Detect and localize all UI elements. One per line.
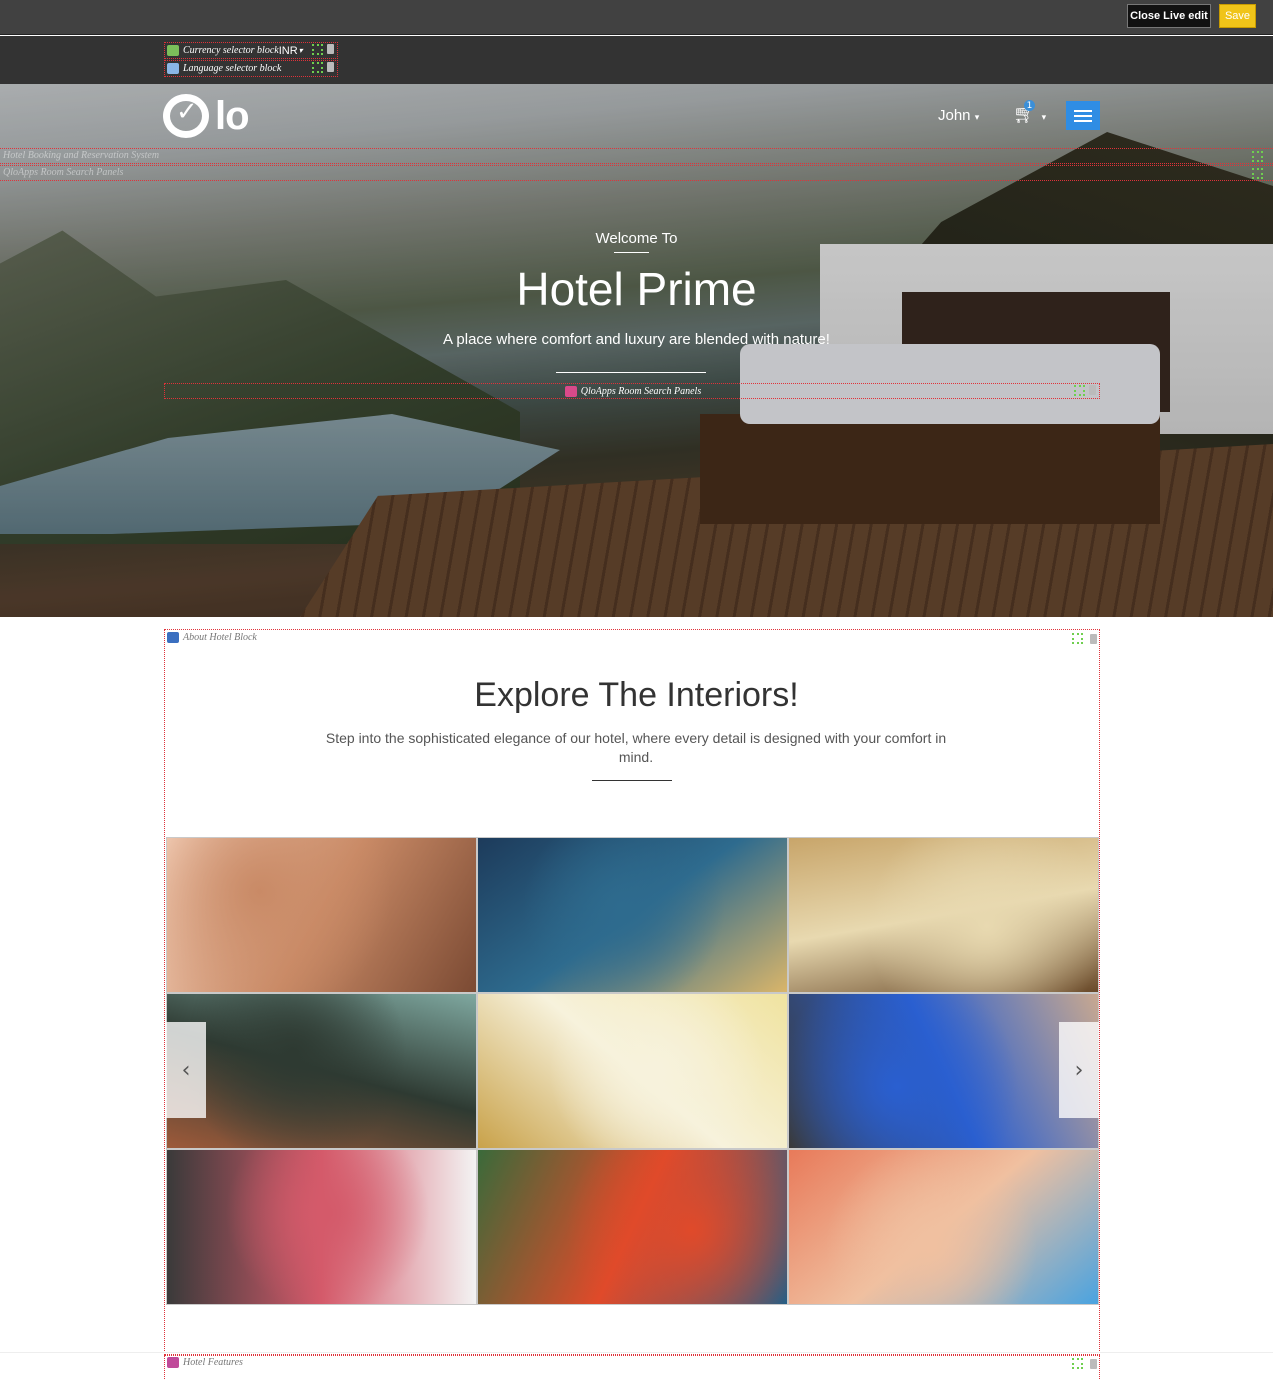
move-icon[interactable] <box>1072 633 1083 644</box>
section-title: Explore The Interiors! <box>474 676 799 714</box>
gallery-image-tropical-pool-lounge[interactable] <box>478 1150 787 1304</box>
hotel-features-block-label: Hotel Features <box>165 1357 243 1368</box>
about-hotel-block-label-text: About Hotel Block <box>183 632 257 643</box>
gallery-image-pool-terrace-night[interactable] <box>478 838 787 992</box>
interiors-gallery <box>166 837 1099 1305</box>
language-block-label: Language selector block <box>183 63 282 74</box>
currency-dropdown[interactable]: INR <box>279 45 298 57</box>
hamburger-menu-button[interactable] <box>1066 101 1100 130</box>
language-selector-block[interactable]: Language selector block <box>164 60 338 77</box>
gallery-image-gym-room[interactable] <box>167 994 476 1148</box>
chevron-right-icon: › <box>1074 1057 1084 1083</box>
gallery-image-canopy-bed[interactable] <box>167 1150 476 1304</box>
money-icon <box>167 45 179 56</box>
hotel-features-label-text: Hotel Features <box>183 1357 243 1368</box>
delete-icon[interactable] <box>327 44 334 54</box>
move-icon[interactable] <box>312 44 323 55</box>
chevron-left-icon: ‹ <box>181 1057 191 1083</box>
caret-down-icon: ▾ <box>974 112 980 122</box>
live-edit-toolbar: Close Live edit Save <box>0 0 1273 35</box>
gallery-image-yellow-bedroom[interactable] <box>478 994 787 1148</box>
room-search-panel-label: QloApps Room Search Panels <box>580 385 702 397</box>
globe-icon <box>167 63 179 74</box>
caret-down-icon: ▾ <box>1041 113 1047 123</box>
move-icon[interactable] <box>1252 151 1263 162</box>
cart-count-badge: 1 <box>1024 100 1035 111</box>
search-panels-strip[interactable]: QloApps Room Search Panels <box>0 165 1273 181</box>
move-icon[interactable] <box>1074 385 1085 396</box>
cart-button[interactable]: 🛒︎ 1 ▾ <box>1013 100 1047 125</box>
delete-icon[interactable] <box>327 62 334 72</box>
gallery-prev-button[interactable]: ‹ <box>166 1022 206 1118</box>
about-hotel-block-label: About Hotel Block <box>165 632 257 643</box>
close-live-edit-button[interactable]: Close Live edit <box>1127 4 1211 28</box>
currency-selector-block[interactable]: Currency selector block INR ▾ <box>164 42 338 59</box>
move-icon[interactable] <box>1252 168 1263 179</box>
delete-icon[interactable] <box>1089 385 1096 395</box>
block-icon <box>167 632 179 643</box>
strip-label: Hotel Booking and Reservation System <box>3 150 160 161</box>
caret-down-icon: ▾ <box>298 46 303 55</box>
hero-divider <box>614 252 649 253</box>
hotel-booking-strip[interactable]: Hotel Booking and Reservation System <box>0 148 1273 164</box>
save-button[interactable]: Save <box>1219 4 1256 28</box>
section-divider <box>592 780 672 781</box>
delete-icon[interactable] <box>1090 634 1097 644</box>
gallery-image-chef-chopping[interactable] <box>789 838 1098 992</box>
header-nav-bar: Currency selector block INR ▾ Language s… <box>0 36 1273 84</box>
gallery-image-sunset-window[interactable] <box>167 838 476 992</box>
block-icon <box>167 1357 179 1368</box>
currency-block-label: Currency selector block <box>183 45 279 56</box>
gallery-image-resort-pool[interactable] <box>789 1150 1098 1304</box>
logo-q-icon <box>163 94 209 138</box>
hero-tagline-divider <box>556 372 706 373</box>
gallery-image-rooftop-pool-city[interactable] <box>789 994 1098 1148</box>
hero-welcome: Welcome To <box>595 230 678 247</box>
room-search-panel-block[interactable]: QloApps Room Search Panels <box>164 383 1100 399</box>
hotel-features-block[interactable] <box>164 1355 1100 1379</box>
section-description: Step into the sophisticated elegance of … <box>325 730 947 765</box>
user-name: John <box>938 107 971 124</box>
gallery-next-button[interactable]: › <box>1059 1022 1099 1118</box>
move-icon[interactable] <box>1072 1358 1083 1369</box>
hero-tagline: A place where comfort and luxury are ble… <box>443 331 830 348</box>
section-separator <box>0 1352 1273 1353</box>
user-menu[interactable]: John ▾ <box>938 107 979 124</box>
delete-icon[interactable] <box>1090 1359 1097 1369</box>
site-logo[interactable]: lo <box>163 93 250 138</box>
search-panel-icon <box>564 385 577 397</box>
strip-label: QloApps Room Search Panels <box>3 167 124 178</box>
hero-title: Hotel Prime <box>516 263 757 315</box>
move-icon[interactable] <box>312 62 323 73</box>
logo-text: lo <box>215 93 250 138</box>
